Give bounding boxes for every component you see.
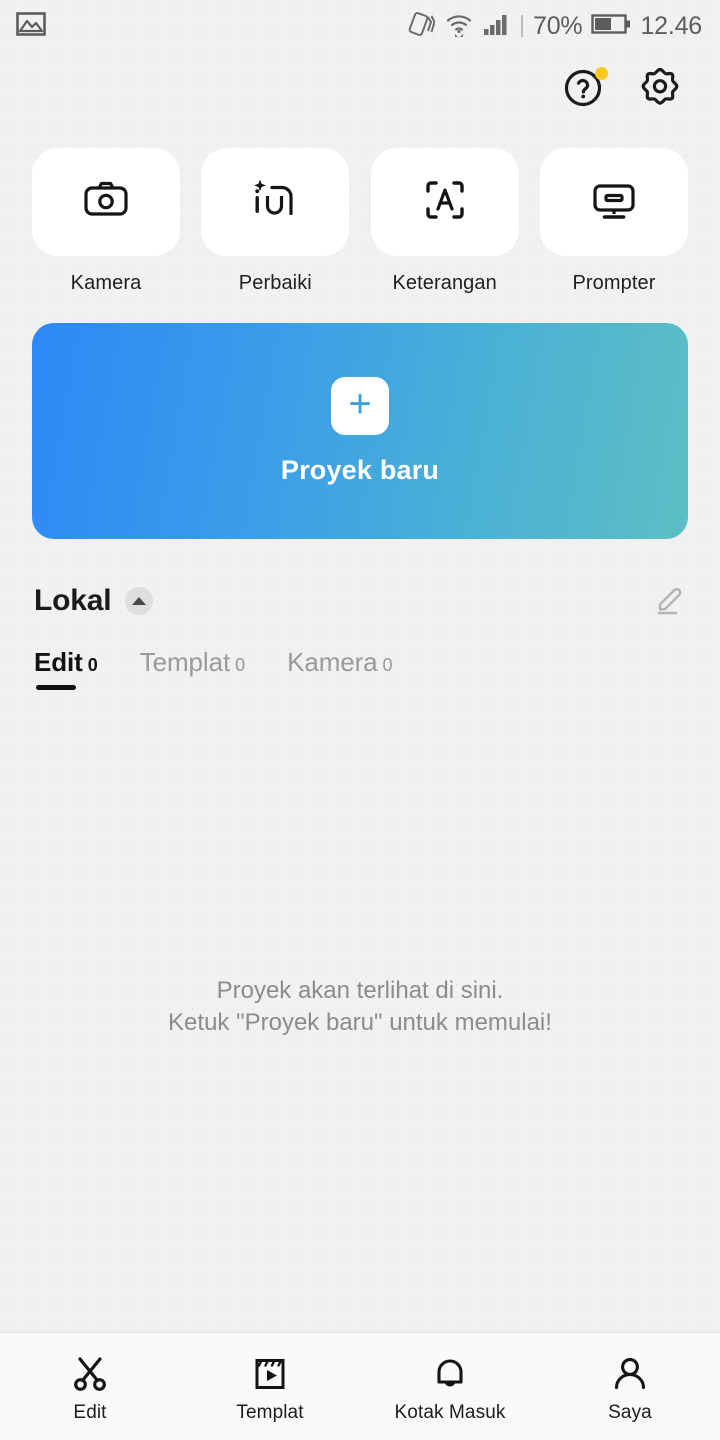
nav-item-saya[interactable]: Saya (540, 1333, 720, 1440)
help-button[interactable] (558, 64, 610, 116)
monitor-icon (588, 174, 640, 231)
tab-templat-inner: Templat 0 (140, 647, 245, 678)
project-tabs: Edit 0 Templat 0 Kamera 0 (0, 621, 720, 690)
nav-item-edit-label: Edit (73, 1402, 107, 1423)
tab-edit-count: 0 (87, 655, 98, 675)
empty-state-line1: Proyek akan terlihat di sini. (216, 977, 504, 1004)
tab-kamera-inner: Kamera 0 (287, 647, 392, 678)
tab-templat[interactable]: Templat 0 (140, 647, 245, 690)
battery-icon (591, 12, 631, 41)
chevron-up-icon[interactable] (125, 587, 154, 615)
clock: 12.46 (640, 11, 702, 40)
plus-icon: + (348, 382, 372, 426)
tab-kamera-label: Kamera (287, 647, 378, 677)
new-project-label: Proyek baru (280, 454, 440, 485)
nav-item-saya-label: Saya (608, 1402, 652, 1423)
status-separator (521, 15, 523, 37)
nav-item-edit[interactable]: Edit (0, 1333, 180, 1440)
person-icon (610, 1355, 650, 1393)
quick-tile-prompter-label: Prompter (572, 272, 656, 294)
quick-action-tiles: Kamera Perbaiki Keterangan Prompter (0, 128, 720, 295)
settings-button[interactable] (634, 64, 686, 116)
local-section-title: Lokal (34, 584, 112, 617)
new-project-banner-wrap: + Proyek baru (0, 295, 720, 539)
enhance-icon (249, 174, 301, 231)
quick-tile-kamera: Kamera (32, 148, 180, 295)
empty-state: Proyek akan terlihat di sini. Ketuk "Pro… (0, 975, 720, 1038)
quick-tile-prompter-button[interactable] (539, 148, 688, 256)
vibrate-icon (405, 9, 436, 44)
local-collapse-toggle[interactable]: Lokal (34, 584, 154, 618)
nav-item-templat-label: Templat (236, 1402, 304, 1423)
empty-state-line2: Ketuk "Proyek baru" untuk memulai! (168, 1008, 552, 1036)
plus-icon-box: + (331, 376, 389, 435)
battery-percent: 70% (533, 11, 583, 40)
tab-kamera[interactable]: Kamera 0 (287, 647, 392, 690)
quick-tile-kamera-label: Kamera (70, 272, 142, 294)
tab-edit-label: Edit (34, 647, 83, 677)
gear-icon (637, 65, 683, 116)
tab-edit[interactable]: Edit 0 (34, 647, 98, 690)
signal-bars-icon (483, 11, 511, 42)
chevron-up-glyph (132, 597, 147, 605)
quick-tile-keterangan: Keterangan (370, 148, 519, 295)
pencil-icon (653, 582, 687, 621)
help-notification-badge (595, 67, 608, 80)
status-bar-right: 70% 12.46 (405, 9, 702, 44)
quick-tile-perbaiki: Perbaiki (201, 148, 350, 295)
quick-tile-keterangan-button[interactable] (370, 148, 519, 256)
image-icon (16, 11, 46, 42)
new-project-banner[interactable]: + Proyek baru (32, 323, 688, 539)
status-bar: 70% 12.46 (0, 0, 720, 52)
scan-text-icon (419, 174, 471, 231)
quick-tile-kamera-button[interactable] (32, 148, 180, 256)
quick-tile-perbaiki-button[interactable] (201, 148, 350, 256)
nav-item-kotak-masuk[interactable]: Kotak Masuk (360, 1333, 540, 1440)
tab-templat-label: Templat (139, 647, 231, 677)
local-section-header: Lokal (0, 539, 720, 621)
tab-templat-count: 0 (235, 655, 246, 675)
camera-icon (80, 174, 132, 231)
nav-item-kotak-masuk-label: Kotak Masuk (394, 1402, 506, 1423)
status-bar-left (16, 11, 46, 42)
nav-item-templat[interactable]: Templat (180, 1333, 360, 1440)
tab-kamera-count: 0 (382, 655, 393, 675)
edit-projects-button[interactable] (650, 581, 690, 621)
quick-tile-keterangan-label: Keterangan (392, 272, 497, 294)
quick-tile-prompter: Prompter (539, 148, 688, 295)
bottom-navigation: Edit Templat Kotak Masuk Saya (0, 1332, 720, 1440)
header-actions (0, 52, 720, 128)
scissors-icon (70, 1355, 110, 1393)
template-icon (250, 1355, 290, 1393)
wifi-icon (444, 9, 474, 44)
tab-edit-inner: Edit 0 (34, 647, 98, 678)
bell-icon (430, 1355, 470, 1393)
quick-tile-perbaiki-label: Perbaiki (238, 272, 312, 294)
